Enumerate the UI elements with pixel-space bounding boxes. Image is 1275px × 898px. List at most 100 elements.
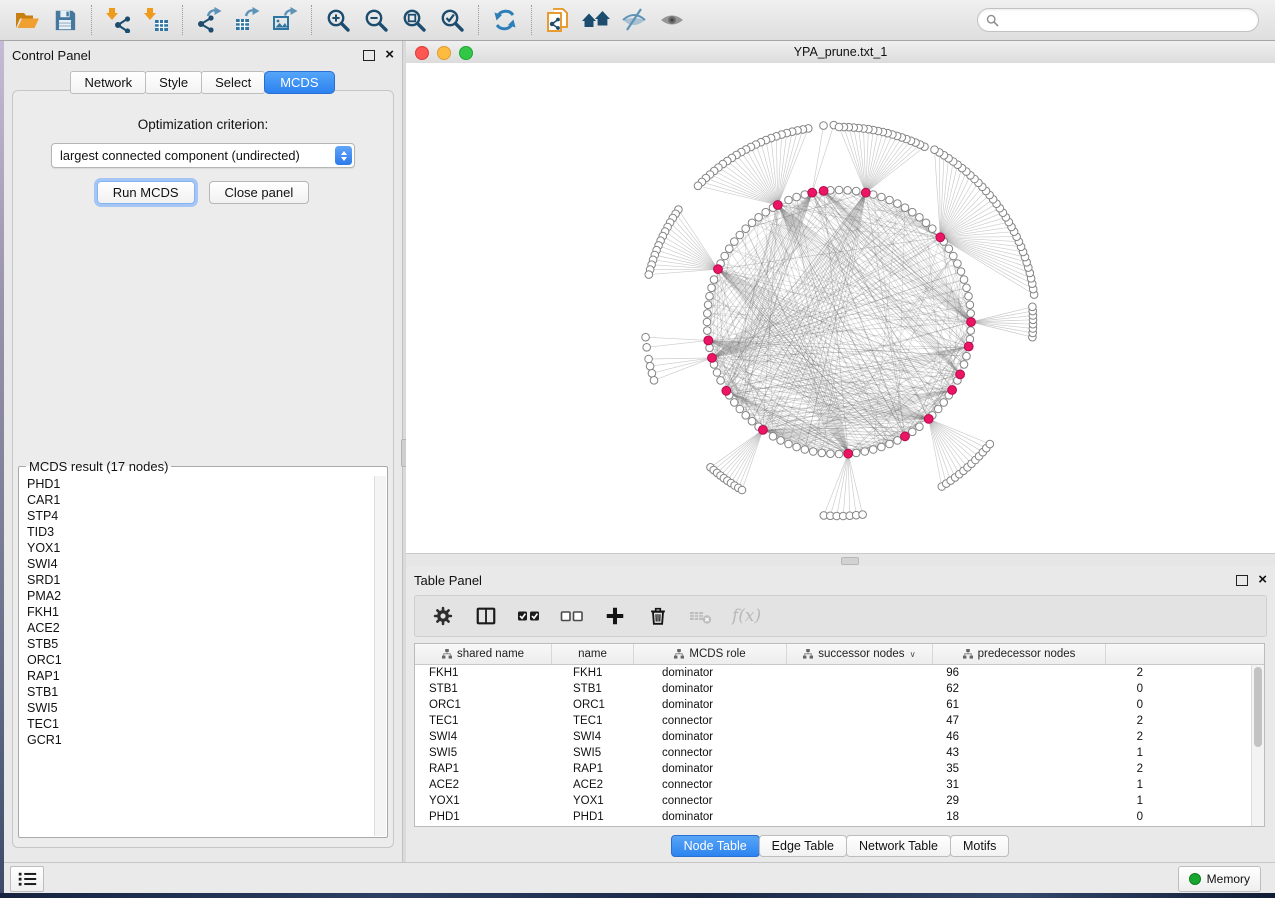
close-panel-icon[interactable]: × bbox=[385, 50, 394, 60]
list-icon bbox=[16, 868, 38, 890]
show-column-button[interactable] bbox=[474, 604, 498, 628]
minimize-window-icon[interactable] bbox=[437, 46, 451, 60]
mcds-result-item[interactable]: YOX1 bbox=[20, 540, 374, 556]
mcds-result-item[interactable]: TEC1 bbox=[20, 716, 374, 732]
table-row[interactable]: RAP1RAP1dominator352 bbox=[415, 761, 1264, 777]
memory-button[interactable]: Memory bbox=[1178, 866, 1261, 892]
close-panel-icon[interactable]: × bbox=[1258, 575, 1267, 585]
function-builder-button[interactable]: f(x) bbox=[732, 606, 761, 626]
column-header-name[interactable]: name bbox=[552, 644, 634, 664]
table-row[interactable]: STB1STB1dominator620 bbox=[415, 681, 1264, 697]
cell: RAP1 bbox=[565, 761, 654, 777]
close-panel-button[interactable]: Close panel bbox=[209, 181, 310, 204]
table-row[interactable]: ACE2ACE2connector311 bbox=[415, 777, 1264, 793]
cell: ORC1 bbox=[415, 697, 565, 713]
table-row[interactable]: YOX1YOX1connector291 bbox=[415, 793, 1264, 809]
mcds-result-item[interactable]: FKH1 bbox=[20, 604, 374, 620]
network-window-titlebar[interactable]: YPA_prune.txt_1 bbox=[406, 41, 1275, 64]
tab-select[interactable]: Select bbox=[201, 71, 265, 94]
table-row[interactable]: FKH1FKH1dominator962 bbox=[415, 665, 1264, 681]
mcds-result-item[interactable]: SWI5 bbox=[20, 700, 374, 716]
select-all-button[interactable] bbox=[517, 604, 541, 628]
mcds-result-scrollbar[interactable] bbox=[374, 476, 386, 836]
refresh-layout-button[interactable] bbox=[489, 4, 521, 36]
close-window-icon[interactable] bbox=[415, 46, 429, 60]
mcds-result-item[interactable]: STB1 bbox=[20, 684, 374, 700]
show-graphics-button[interactable] bbox=[656, 4, 688, 36]
search-input[interactable] bbox=[977, 8, 1259, 32]
maximize-window-icon[interactable] bbox=[459, 46, 473, 60]
task-history-button[interactable] bbox=[10, 866, 44, 892]
mcds-result-item[interactable]: STB5 bbox=[20, 636, 374, 652]
export-network-button[interactable] bbox=[193, 4, 225, 36]
tab-edge-table[interactable]: Edge Table bbox=[759, 835, 847, 857]
column-header-successor-nodes[interactable]: successor nodes∨ bbox=[787, 644, 933, 664]
export-table-icon bbox=[234, 7, 260, 33]
column-header-MCDS-role[interactable]: MCDS role bbox=[634, 644, 787, 664]
open-session-button[interactable] bbox=[11, 4, 43, 36]
zoom-fit-button[interactable] bbox=[398, 4, 430, 36]
table-row[interactable]: SWI4SWI4dominator462 bbox=[415, 729, 1264, 745]
cell: 43 bbox=[814, 745, 971, 761]
export-image-button[interactable] bbox=[269, 4, 301, 36]
delete-column-button[interactable] bbox=[646, 604, 670, 628]
criterion-select[interactable]: largest connected component (undirected) bbox=[51, 143, 355, 168]
navigator-button[interactable] bbox=[580, 4, 612, 36]
delete-table-icon bbox=[689, 604, 713, 628]
cell: 1 bbox=[971, 793, 1155, 809]
tab-style[interactable]: Style bbox=[145, 71, 202, 94]
import-table-button[interactable] bbox=[140, 4, 172, 36]
save-session-button[interactable] bbox=[49, 4, 81, 36]
column-header-shared-name[interactable]: shared name bbox=[415, 644, 552, 664]
table-row[interactable]: PHD1PHD1dominator180 bbox=[415, 809, 1264, 825]
cell: 2 bbox=[971, 713, 1155, 729]
cell: dominator bbox=[654, 665, 814, 681]
tab-motifs[interactable]: Motifs bbox=[950, 835, 1009, 857]
zoom-selected-button[interactable] bbox=[436, 4, 468, 36]
tab-node-table[interactable]: Node Table bbox=[671, 835, 760, 857]
zoom-out-button[interactable] bbox=[360, 4, 392, 36]
mcds-result-item[interactable]: ORC1 bbox=[20, 652, 374, 668]
table-row[interactable]: SWI5SWI5connector431 bbox=[415, 745, 1264, 761]
mcds-result-item[interactable]: SRD1 bbox=[20, 572, 374, 588]
mcds-result-item[interactable]: RAP1 bbox=[20, 668, 374, 684]
mcds-result-item[interactable]: TID3 bbox=[20, 524, 374, 540]
mcds-result-item[interactable]: ACE2 bbox=[20, 620, 374, 636]
network-graph[interactable] bbox=[406, 63, 1275, 553]
table-settings-button[interactable] bbox=[431, 604, 455, 628]
float-window-icon[interactable] bbox=[1236, 575, 1248, 586]
export-table-button[interactable] bbox=[231, 4, 263, 36]
network-canvas[interactable] bbox=[406, 63, 1275, 553]
mcds-result-item[interactable]: GCR1 bbox=[20, 732, 374, 748]
deselect-all-button[interactable] bbox=[560, 604, 584, 628]
cell: 0 bbox=[971, 681, 1155, 697]
mcds-result-item[interactable]: PMA2 bbox=[20, 588, 374, 604]
sort-chevron-icon[interactable]: ∨ bbox=[910, 649, 916, 660]
cell: RAP1 bbox=[415, 761, 565, 777]
table-scrollbar[interactable] bbox=[1251, 665, 1264, 826]
mcds-result-list[interactable]: PHD1CAR1STP4TID3YOX1SWI4SRD1PMA2FKH1ACE2… bbox=[20, 476, 374, 836]
clone-network-button[interactable] bbox=[542, 4, 574, 36]
mcds-result-item[interactable]: PHD1 bbox=[20, 476, 374, 492]
horizontal-splitter-handle[interactable] bbox=[841, 557, 859, 565]
tab-network[interactable]: Network bbox=[70, 71, 146, 94]
cell: 1 bbox=[971, 745, 1155, 761]
add-column-button[interactable] bbox=[603, 604, 627, 628]
table-row[interactable]: TEC1TEC1connector472 bbox=[415, 713, 1264, 729]
memory-label: Memory bbox=[1207, 872, 1250, 886]
tab-network-table[interactable]: Network Table bbox=[846, 835, 951, 857]
table-row[interactable]: ORC1ORC1dominator610 bbox=[415, 697, 1264, 713]
hide-graphics-button[interactable] bbox=[618, 4, 650, 36]
tab-mcds[interactable]: MCDS bbox=[264, 71, 334, 94]
float-window-icon[interactable] bbox=[363, 50, 375, 61]
column-header-predecessor-nodes[interactable]: predecessor nodes bbox=[933, 644, 1106, 664]
mcds-result-item[interactable]: STP4 bbox=[20, 508, 374, 524]
mcds-result-item[interactable]: SWI4 bbox=[20, 556, 374, 572]
zoom-in-button[interactable] bbox=[322, 4, 354, 36]
trash-icon bbox=[647, 605, 669, 627]
mcds-result-item[interactable]: CAR1 bbox=[20, 492, 374, 508]
delete-table-button[interactable] bbox=[689, 604, 713, 628]
run-mcds-button[interactable]: Run MCDS bbox=[97, 181, 195, 204]
table-scrollbar-thumb[interactable] bbox=[1254, 667, 1262, 747]
import-network-button[interactable] bbox=[102, 4, 134, 36]
